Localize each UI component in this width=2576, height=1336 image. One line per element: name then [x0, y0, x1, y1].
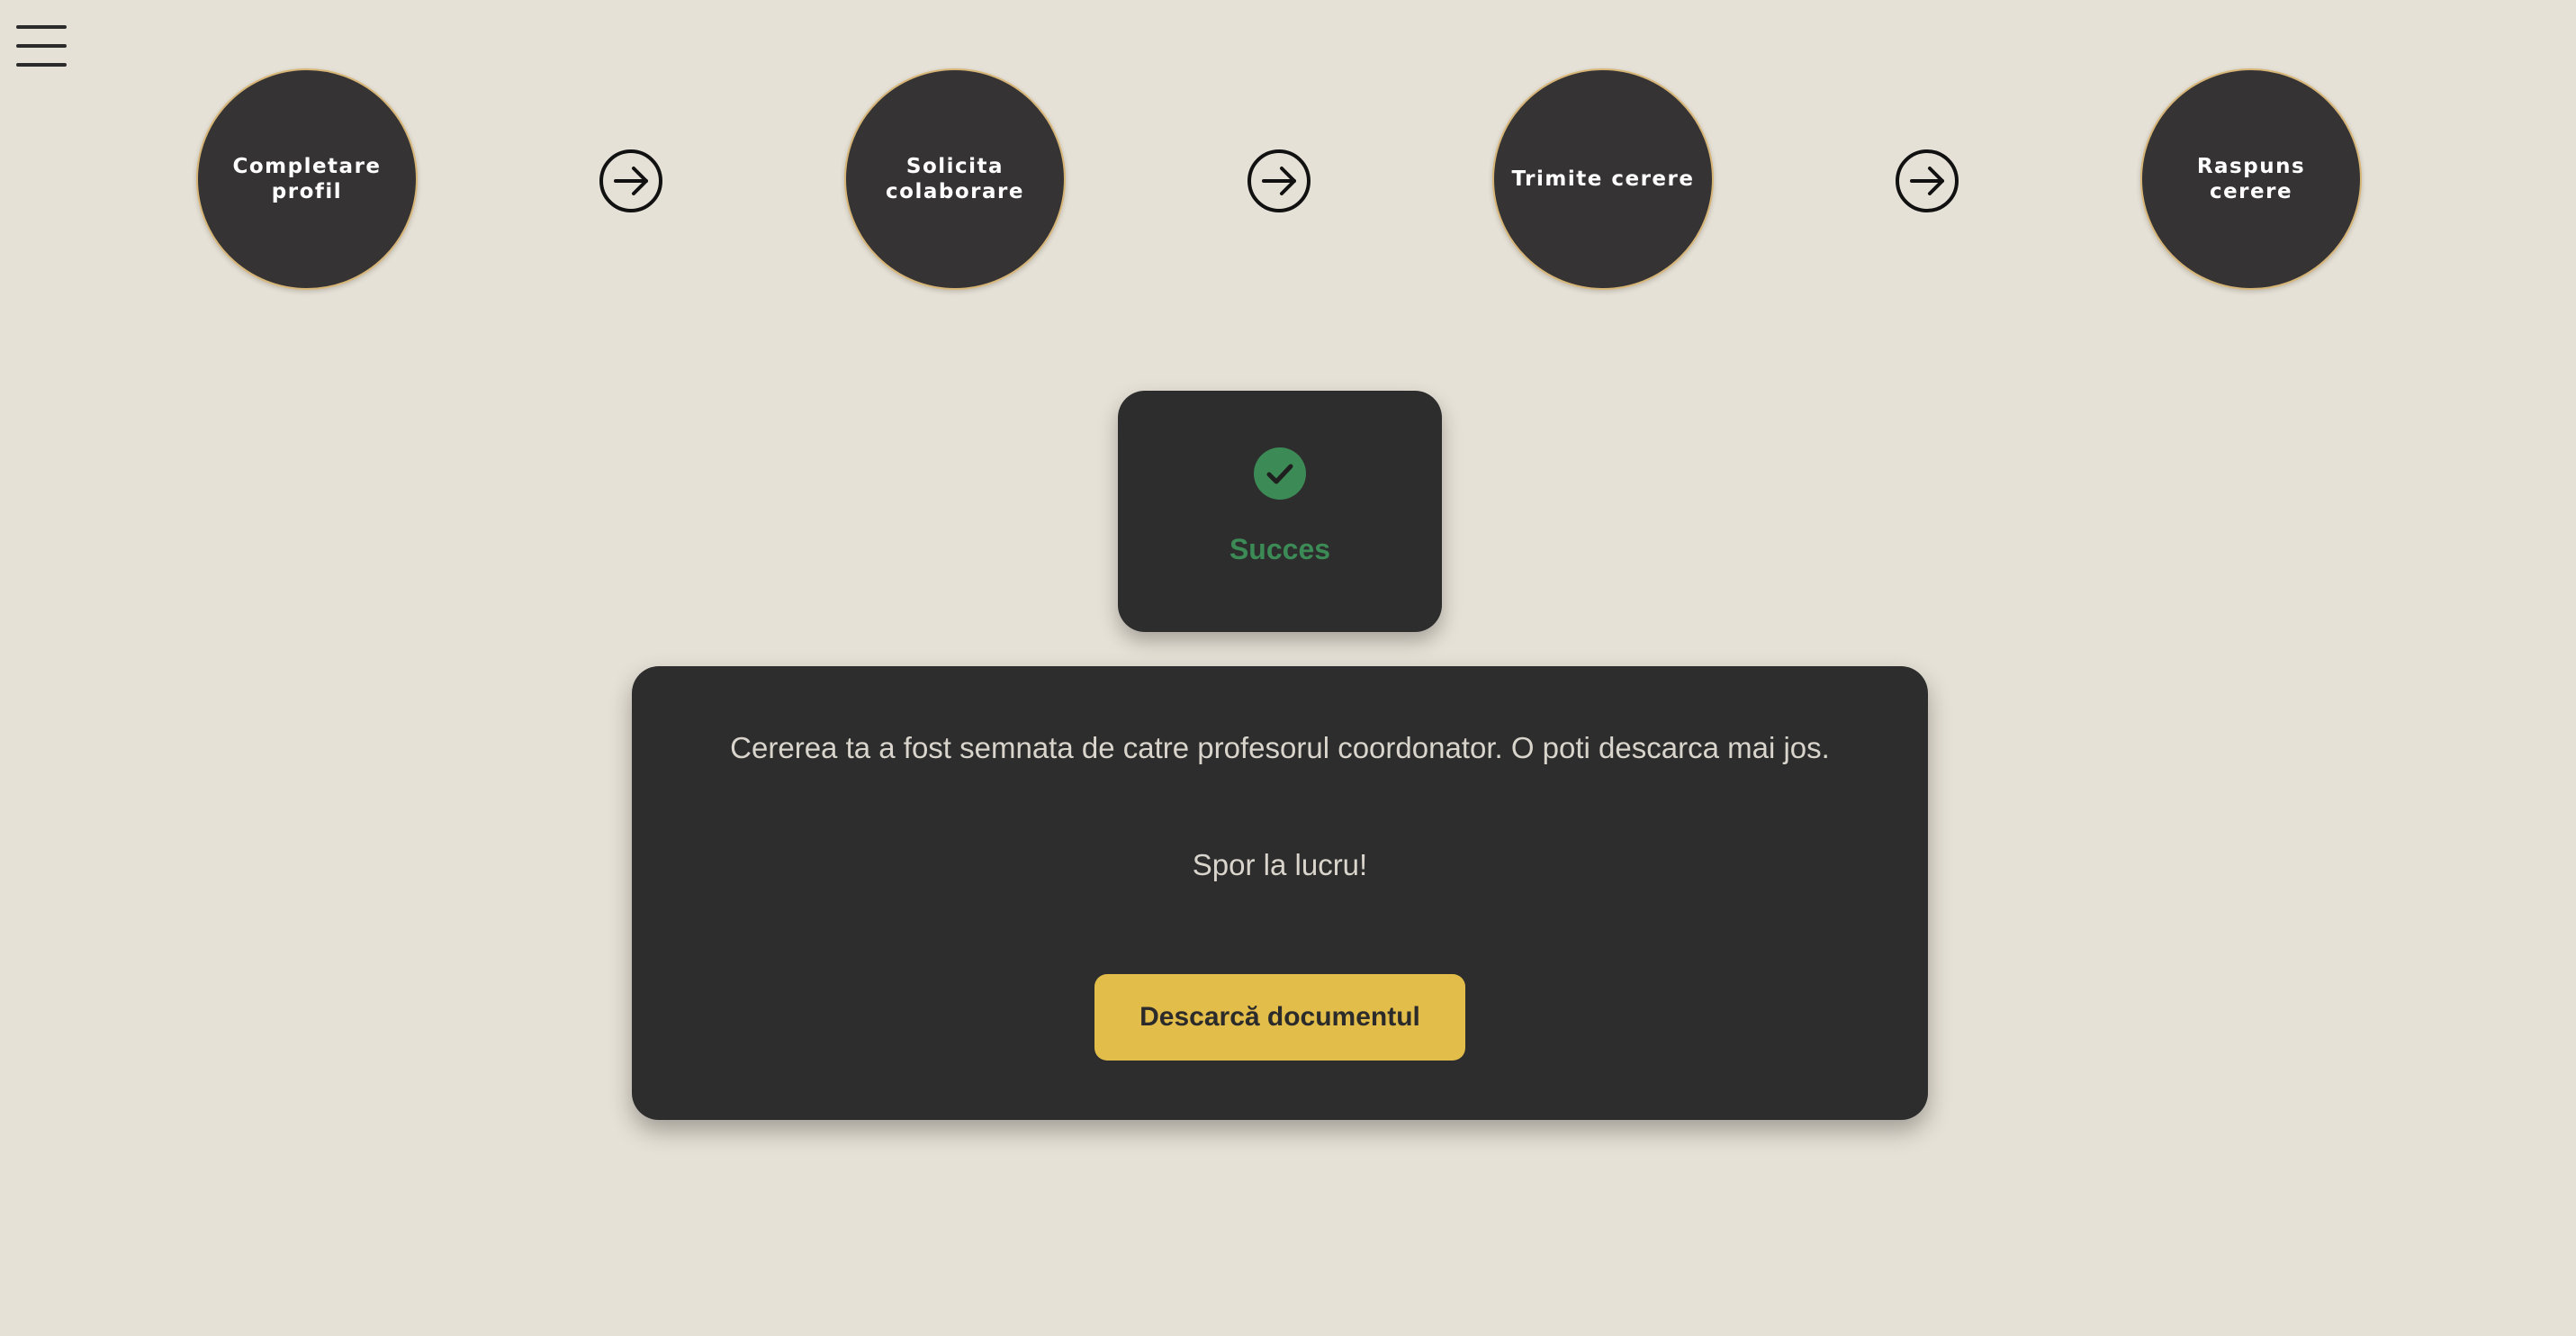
step-label-line: Completare profil: [232, 155, 382, 203]
step-label: Solicita colaborare: [886, 154, 1024, 204]
step-label-line: Solicita: [905, 155, 1004, 178]
menu-bar: [16, 44, 67, 48]
step-completare-profil[interactable]: Completare profil: [196, 68, 418, 290]
step-label: Trimite cerere: [1512, 167, 1695, 192]
message-card: Cererea ta a fost semnata de catre profe…: [632, 666, 1928, 1120]
arrow-right-circle-icon: [1894, 148, 1960, 214]
step-label: Raspuns cerere: [2153, 154, 2349, 204]
menu-bar: [16, 63, 67, 67]
check-circle-icon: [1253, 447, 1307, 501]
step-label-line: Raspuns cerere: [2196, 155, 2306, 203]
step-label: Completare profil: [209, 154, 405, 204]
step-raspuns-cerere[interactable]: Raspuns cerere: [2140, 68, 2362, 290]
message-greeting: Spor la lucru!: [1192, 848, 1368, 881]
step-label-line: colaborare: [886, 180, 1024, 203]
status-card: Succes: [1118, 391, 1442, 632]
step-solicita-colaborare[interactable]: Solicita colaborare: [844, 68, 1066, 290]
step-trimite-cerere[interactable]: Trimite cerere: [1492, 68, 1714, 290]
download-document-button[interactable]: Descarcă documentul: [1094, 974, 1465, 1061]
menu-bar: [16, 25, 67, 29]
step-label-line: Trimite cerere: [1511, 167, 1695, 191]
status-label: Succes: [1229, 533, 1331, 565]
arrow-right-circle-icon: [1246, 148, 1312, 214]
arrow-right-circle-icon: [598, 148, 664, 214]
hamburger-menu-icon[interactable]: [16, 25, 67, 67]
message-text: Cererea ta a fost semnata de catre profe…: [730, 731, 1830, 764]
